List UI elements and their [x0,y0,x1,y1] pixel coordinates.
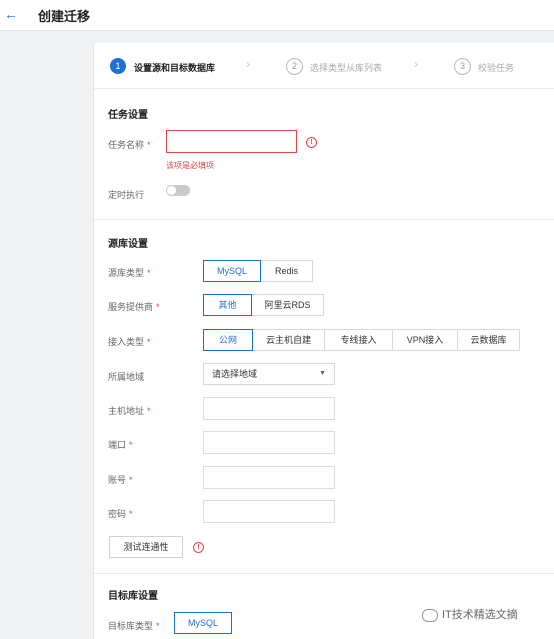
task-settings-title: 任务设置 [108,110,148,121]
access-cloud-db[interactable]: 云数据库 [457,329,520,351]
error-icon: ! [193,542,204,553]
port-label: 端口 * [108,440,133,450]
provider-label: 服务提供商 * [108,302,160,312]
source-type-mysql[interactable]: MySQL [203,260,261,282]
task-name-input[interactable] [166,130,297,153]
watermark-text: IT技术精选文摘 [442,609,518,621]
target-settings-title: 目标库设置 [108,591,158,602]
account-label: 账号 * [108,475,133,485]
step-1-number: 1 [110,58,126,74]
page-title: 创建迁移 [38,9,91,24]
access-direct-connect[interactable]: 专线接入 [324,329,393,351]
task-name-error: 该项是必填项 [166,161,214,170]
toggle-knob [167,186,176,195]
provider-other[interactable]: 其他 [203,294,252,316]
host-label: 主机地址 * [108,406,151,416]
provider-aliyun-rds[interactable]: 阿里云RDS [251,294,324,316]
chevron-right-icon: › [246,57,250,71]
region-select-value: 请选择地域 [212,369,258,379]
access-type-label: 接入类型 * [108,337,151,347]
region-label: 所属地域 [108,372,145,382]
task-name-label: 任务名称 * [108,140,151,150]
watermark: IT技术精选文摘 [422,606,518,622]
access-cvm-self-built[interactable]: 云主机自建 [252,329,325,351]
schedule-toggle[interactable] [166,185,190,196]
region-select[interactable]: 请选择地域 ▼ [203,363,335,385]
test-connection-button[interactable]: 测试连通性 [109,536,183,558]
top-bar: ← 创建迁移 [0,0,554,31]
step-3-label: 校验任务 [478,63,515,73]
step-2-number: 2 [286,58,303,75]
access-public[interactable]: 公网 [203,329,253,351]
step-3-number: 3 [454,58,471,75]
chevron-right-icon: › [414,57,418,71]
target-type-mysql[interactable]: MySQL [174,612,232,634]
source-type-redis[interactable]: Redis [260,260,313,282]
host-input[interactable] [203,397,335,420]
target-type-label: 目标库类型 * [108,621,160,631]
step-2-label: 选择类型从库列表 [310,63,383,73]
access-vpn[interactable]: VPN接入 [392,329,458,351]
wechat-icon [422,608,438,622]
step-1-label: 设置源和目标数据库 [134,63,216,73]
step-indicator: 1 设置源和目标数据库 › 2 选择类型从库列表 › 3 校验任务 [94,43,554,89]
account-input[interactable] [203,466,335,489]
section-divider [94,573,554,574]
form-panel: 1 设置源和目标数据库 › 2 选择类型从库列表 › 3 校验任务 任务设置 任… [93,43,554,639]
source-settings-title: 源库设置 [108,239,148,250]
port-input[interactable] [203,431,335,454]
error-icon: ! [306,137,317,148]
schedule-label: 定时执行 [108,190,145,200]
password-label: 密码 * [108,509,133,519]
source-type-label: 源库类型 * [108,268,151,278]
section-divider [94,219,554,220]
back-arrow-icon[interactable]: ← [4,6,20,22]
password-input[interactable] [203,500,335,523]
caret-down-icon: ▼ [319,370,326,377]
